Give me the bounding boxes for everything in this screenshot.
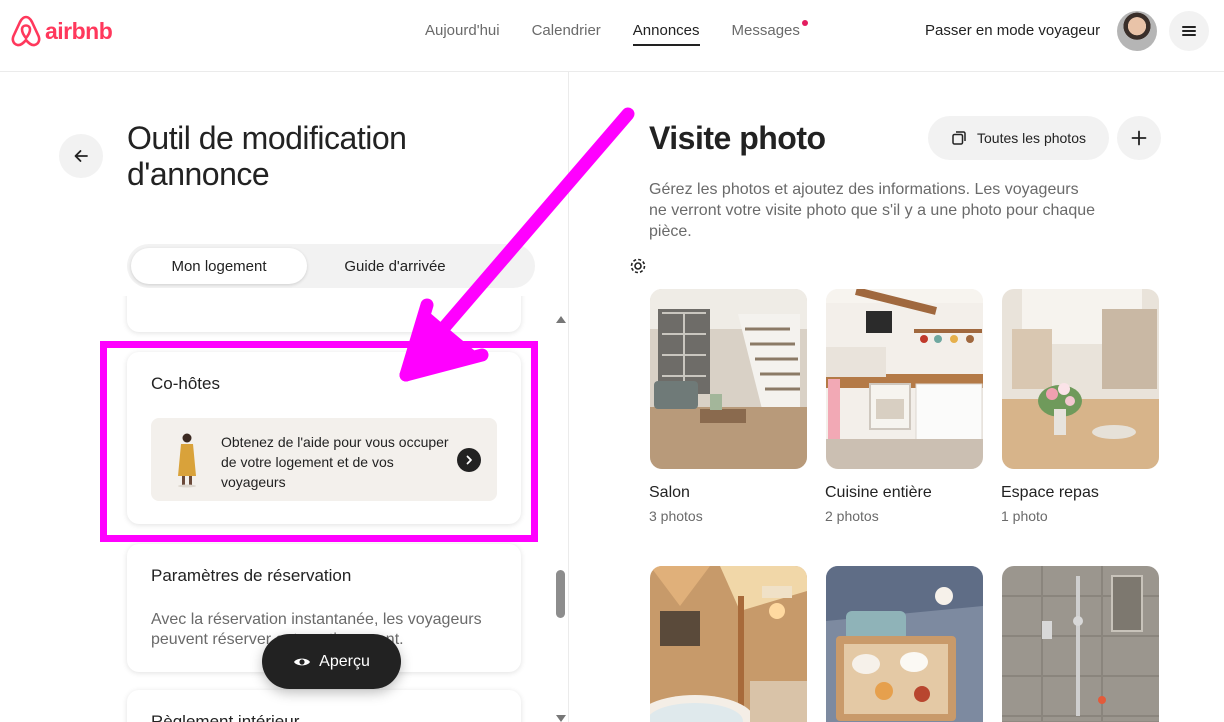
- shower-photo: [1002, 566, 1159, 722]
- all-photos-label: Toutes les photos: [977, 130, 1086, 146]
- booking-settings-title: Paramètres de réservation: [151, 566, 352, 585]
- room-photo-count: 2 photos: [825, 508, 879, 524]
- main-menu-button[interactable]: [1169, 11, 1209, 51]
- room-photo-6[interactable]: [1002, 566, 1159, 722]
- nav-messages-label: Messages: [731, 22, 800, 39]
- editor-title: Outil de modification d'annonce: [127, 120, 407, 192]
- room-photo-cuisine[interactable]: [826, 289, 983, 469]
- tab-arrival-guide[interactable]: Guide d'arrivée: [317, 248, 473, 284]
- room-photo-4[interactable]: [650, 566, 807, 722]
- notification-dot: [801, 20, 808, 26]
- room-photo-5[interactable]: [826, 566, 983, 722]
- photos-stack-icon: [952, 131, 966, 145]
- bedroom-jacuzzi-photo: [650, 566, 807, 722]
- kitchen-photo: [826, 289, 983, 469]
- arrow-left-icon: [74, 150, 88, 162]
- top-header: airbnb Aujourd'hui Calendrier Annonces M…: [0, 0, 1224, 72]
- living-room-photo: [650, 289, 807, 469]
- room-name: Salon: [649, 484, 690, 501]
- breakfast-tray-photo: [826, 566, 983, 722]
- nav-listings[interactable]: Annonces: [632, 22, 700, 46]
- room-photo-count: 1 photo: [1001, 508, 1048, 524]
- panel-divider: [568, 72, 569, 722]
- nav-calendar[interactable]: Calendrier: [532, 22, 601, 39]
- room-photo-count: 3 photos: [649, 508, 703, 524]
- preview-label: Aperçu: [319, 652, 370, 670]
- gear-icon[interactable]: [629, 257, 647, 275]
- hamburger-menu-icon: [1182, 26, 1196, 36]
- photo-tour-description: Gérez les photos et ajoutez des informat…: [649, 181, 1096, 240]
- switch-to-traveler-link[interactable]: Passer en mode voyageur: [925, 22, 1100, 39]
- scroll-up-arrow[interactable]: [556, 316, 566, 323]
- scroll-down-arrow[interactable]: [556, 715, 566, 722]
- plus-icon: [1131, 130, 1147, 146]
- airbnb-logo[interactable]: airbnb: [10, 14, 113, 48]
- house-rules-title: Règlement intérieur: [151, 712, 300, 722]
- eye-icon: [294, 658, 311, 665]
- dining-area-photo: [1002, 289, 1159, 469]
- section-card[interactable]: [127, 296, 521, 332]
- room-name: Espace repas: [1001, 484, 1099, 501]
- photo-tour-title: Visite photo: [649, 120, 826, 156]
- room-photo-salon[interactable]: [650, 289, 807, 469]
- nav-messages[interactable]: Messages: [731, 20, 808, 39]
- editor-tabs: Mon logement Guide d'arrivée: [127, 244, 646, 288]
- room-name: Cuisine entière: [825, 484, 932, 501]
- user-avatar[interactable]: [1117, 11, 1157, 51]
- add-room-button[interactable]: [1117, 116, 1161, 160]
- nav-today[interactable]: Aujourd'hui: [425, 22, 500, 39]
- brand-name: airbnb: [45, 17, 113, 44]
- preview-button[interactable]: Aperçu: [262, 634, 401, 689]
- airbnb-logo-icon: [11, 15, 41, 47]
- all-photos-button[interactable]: Toutes les photos: [928, 116, 1109, 160]
- main-nav: Aujourd'hui Calendrier Annonces Messages: [425, 20, 808, 46]
- house-rules-card[interactable]: Règlement intérieur: [127, 690, 521, 722]
- tab-my-home[interactable]: Mon logement: [131, 248, 307, 284]
- room-photo-espace-repas[interactable]: [1002, 289, 1159, 469]
- annotation-highlight-box: [100, 341, 538, 542]
- scrollbar-thumb[interactable]: [556, 570, 565, 618]
- back-button[interactable]: [59, 134, 103, 178]
